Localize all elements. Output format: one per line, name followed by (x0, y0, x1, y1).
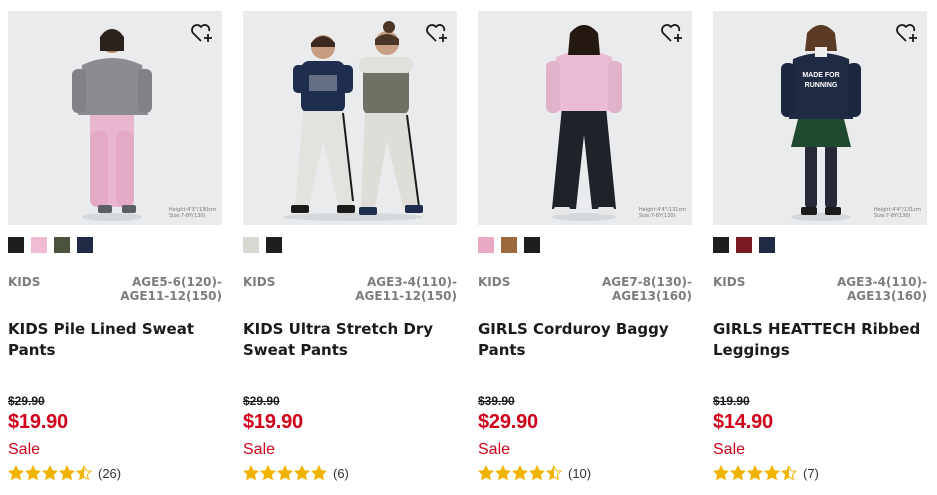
product-card[interactable]: MADE FOR RUNNING Height:4'4"/131cm Size:… (713, 11, 927, 491)
review-count: (6) (333, 465, 349, 481)
size-range: AGE3-4(110)- AGE11-12(150) (355, 275, 457, 303)
sweater-print-line-2: RUNNING (805, 82, 838, 89)
sale-flag: Sale (478, 441, 511, 458)
review-count: (26) (98, 465, 122, 481)
star-icon (546, 465, 562, 481)
size-range: AGE3-4(110)- AGE13(160) (836, 275, 927, 303)
product-image[interactable] (243, 11, 457, 225)
star-icon (294, 465, 310, 481)
star-icon (512, 465, 528, 481)
sale-price: $29.90 (478, 411, 538, 433)
rating: (6) (243, 464, 349, 482)
color-swatch[interactable] (54, 237, 70, 253)
product-card[interactable]: Height:4'3"/130cm Size:7-8Y(130) KIDS AG… (8, 11, 222, 491)
product-card[interactable]: Height:4'4"/131cm Size:7-8Y(120) KIDS AG… (478, 11, 692, 491)
heart-plus-icon[interactable] (895, 21, 919, 45)
size-range: AGE5-6(120)- AGE11-12(150) (120, 275, 222, 303)
star-icon (478, 465, 494, 481)
rating: (10) (478, 464, 591, 482)
rating: (7) (713, 464, 819, 482)
star-icon (243, 465, 259, 481)
star-icon (764, 465, 780, 481)
color-swatches (8, 237, 93, 253)
star-icon (495, 465, 511, 481)
product-meta: KIDS AGE3-4(110)- AGE11-12(150) (243, 275, 457, 305)
product-image[interactable]: Height:4'3"/130cm Size:7-8Y(130) (8, 11, 222, 225)
star-icon (311, 465, 327, 481)
sweater-print-line-1: MADE FOR (802, 72, 839, 79)
star-icon (25, 465, 41, 481)
sale-flag: Sale (243, 441, 276, 458)
star-rating (8, 465, 92, 481)
product-name[interactable]: KIDS Ultra Stretch Dry Sweat Pants (243, 319, 457, 361)
star-icon (713, 465, 729, 481)
heart-plus-icon[interactable] (190, 21, 214, 45)
heart-plus-icon[interactable] (425, 21, 449, 45)
original-price: $29.90 (8, 394, 45, 408)
model-caption: Height:4'4"/131cm Size:7-8Y(120) (638, 207, 686, 219)
size-range: AGE7-8(130)- AGE13(160) (601, 275, 692, 303)
star-rating (713, 465, 797, 481)
star-icon (8, 465, 24, 481)
color-swatch[interactable] (77, 237, 93, 253)
color-swatch[interactable] (478, 237, 494, 253)
star-icon (747, 465, 763, 481)
product-grid: Height:4'3"/130cm Size:7-8Y(130) KIDS AG… (8, 11, 929, 491)
product-image[interactable]: Height:4'4"/131cm Size:7-8Y(120) (478, 11, 692, 225)
star-icon (76, 465, 92, 481)
star-rating (478, 465, 562, 481)
star-icon (277, 465, 293, 481)
gender-label: KIDS (478, 275, 511, 289)
gender-label: KIDS (243, 275, 276, 289)
star-icon (260, 465, 276, 481)
star-rating (243, 465, 327, 481)
star-icon (529, 465, 545, 481)
product-meta: KIDS AGE7-8(130)- AGE13(160) (478, 275, 692, 305)
star-icon (59, 465, 75, 481)
gender-label: KIDS (713, 275, 746, 289)
color-swatch[interactable] (266, 237, 282, 253)
product-card[interactable]: KIDS AGE3-4(110)- AGE11-12(150) KIDS Ult… (243, 11, 457, 491)
sale-flag: Sale (8, 441, 41, 458)
product-name[interactable]: GIRLS Corduroy Baggy Pants (478, 319, 692, 361)
sale-price: $19.90 (243, 411, 303, 433)
sale-flag: Sale (713, 441, 746, 458)
product-meta: KIDS AGE3-4(110)- AGE13(160) (713, 275, 927, 305)
product-name[interactable]: KIDS Pile Lined Sweat Pants (8, 319, 222, 361)
original-price: $19.90 (713, 394, 750, 408)
model-caption: Height:4'4"/131cm Size:7-8Y(130) (873, 207, 921, 219)
review-count: (7) (803, 465, 819, 481)
color-swatch[interactable] (8, 237, 24, 253)
star-icon (730, 465, 746, 481)
original-price: $29.90 (243, 394, 280, 408)
model-caption: Height:4'3"/130cm Size:7-8Y(130) (168, 207, 216, 219)
product-meta: KIDS AGE5-6(120)- AGE11-12(150) (8, 275, 222, 305)
color-swatch[interactable] (713, 237, 729, 253)
color-swatches (478, 237, 540, 253)
color-swatch[interactable] (759, 237, 775, 253)
sale-price: $14.90 (713, 411, 773, 433)
rating: (26) (8, 464, 121, 482)
color-swatch[interactable] (243, 237, 259, 253)
color-swatch[interactable] (31, 237, 47, 253)
color-swatch[interactable] (501, 237, 517, 253)
original-price: $39.90 (478, 394, 515, 408)
gender-label: KIDS (8, 275, 41, 289)
star-icon (781, 465, 797, 481)
product-name[interactable]: GIRLS HEATTECH Ribbed Leggings (713, 319, 927, 361)
heart-plus-icon[interactable] (660, 21, 684, 45)
review-count: (10) (568, 465, 592, 481)
color-swatch[interactable] (524, 237, 540, 253)
sale-price: $19.90 (8, 411, 68, 433)
product-image[interactable]: MADE FOR RUNNING Height:4'4"/131cm Size:… (713, 11, 927, 225)
star-icon (42, 465, 58, 481)
color-swatch[interactable] (736, 237, 752, 253)
color-swatches (243, 237, 282, 253)
color-swatches (713, 237, 775, 253)
